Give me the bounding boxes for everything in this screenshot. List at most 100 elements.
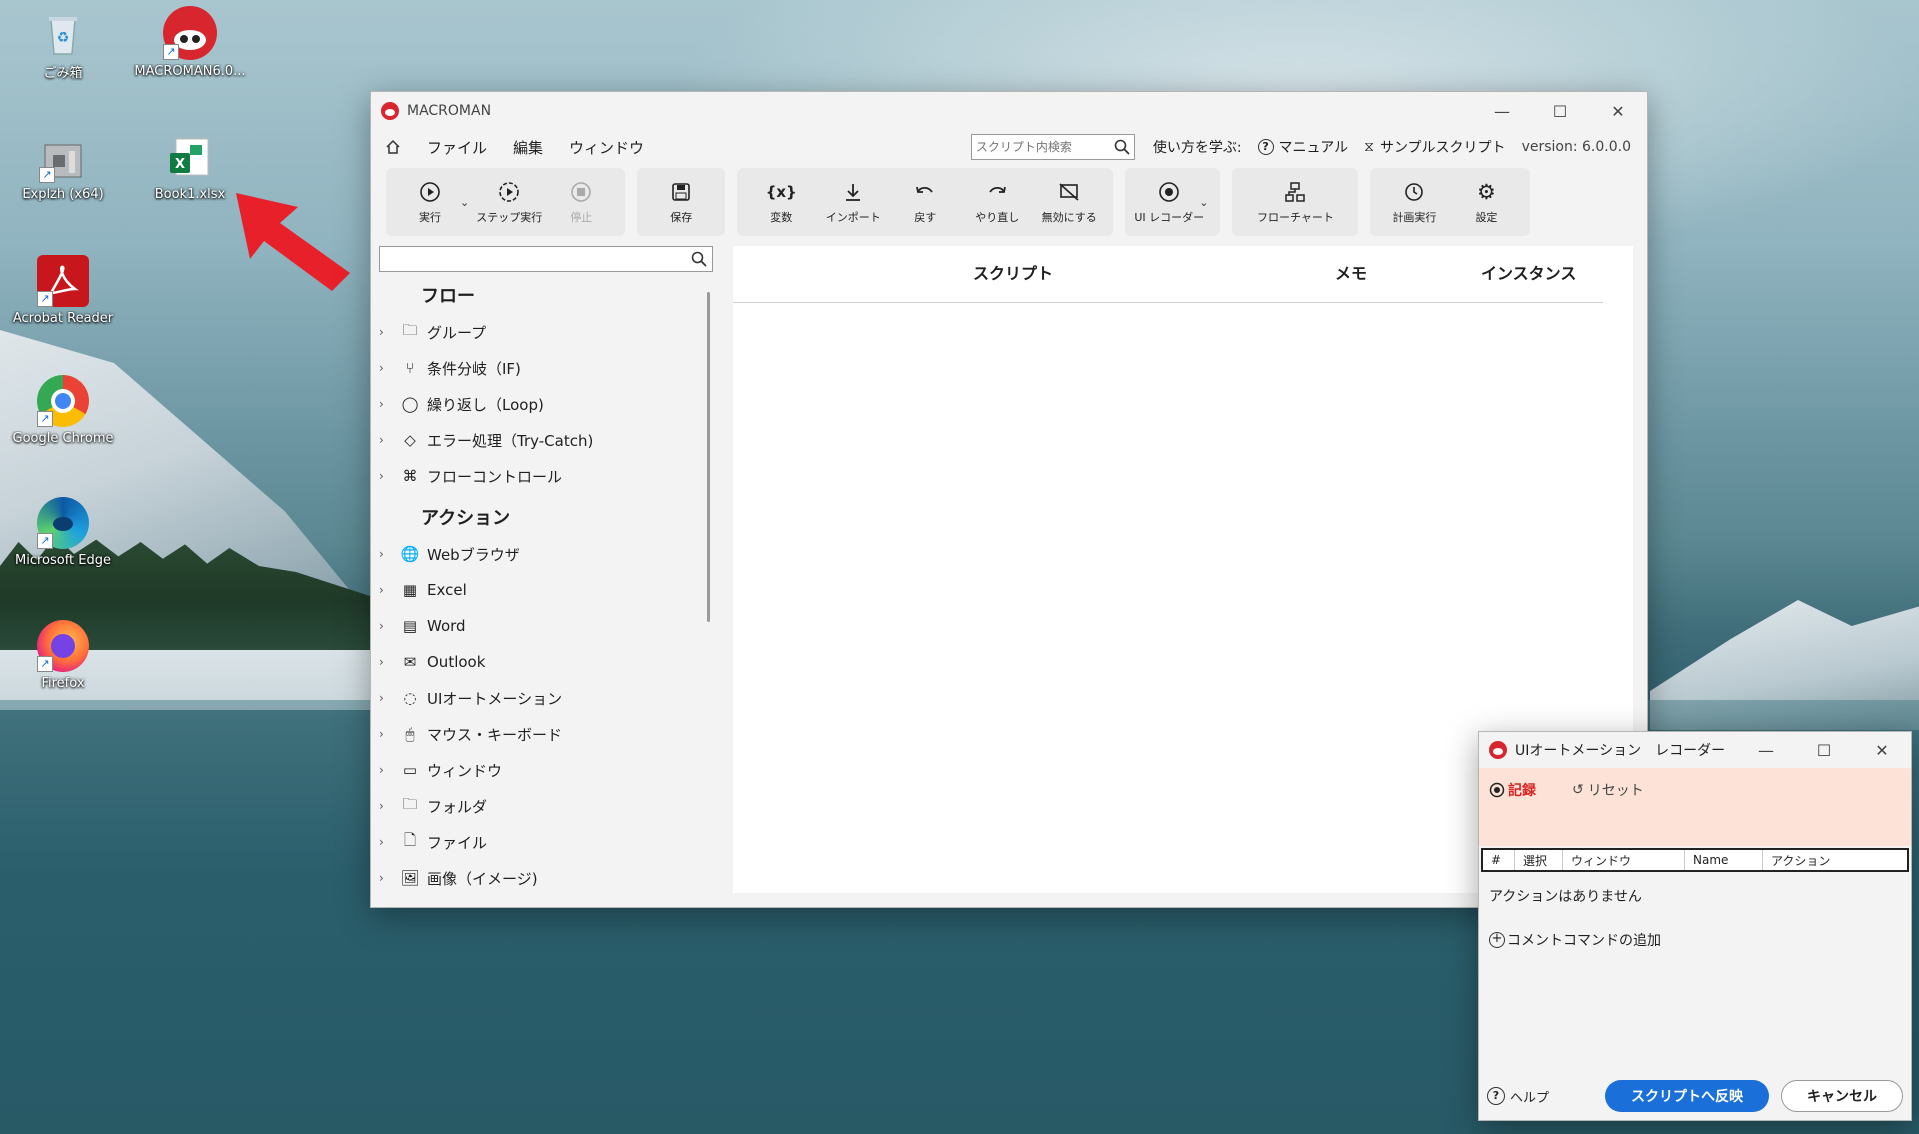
search-icon[interactable] [691, 251, 707, 267]
reset-button[interactable]: ↺ リセット [1572, 780, 1644, 800]
tree-item-ui-automation[interactable]: › ◌ UIオートメーション [379, 680, 713, 716]
svg-text:♻: ♻ [57, 30, 70, 46]
disable-button[interactable]: 無効にする [1033, 179, 1105, 225]
shortcut-arrow-icon: ↗ [163, 44, 179, 60]
sample-scripts-link[interactable]: ⧖ サンプルスクリプト [1364, 137, 1505, 157]
shortcut-arrow-icon: ↗ [37, 291, 53, 307]
tree-item-try-catch[interactable]: › ◇ エラー処理（Try-Catch) [379, 422, 713, 458]
tree-item-excel[interactable]: › ▦ Excel [379, 572, 713, 608]
flowchart-icon [1284, 179, 1306, 205]
edge-icon: ↗ [37, 497, 89, 549]
desktop-icon-recycle-bin[interactable]: ♻ ごみ箱 [3, 10, 123, 81]
menu-edit[interactable]: 編集 [513, 137, 543, 158]
tree-search-input[interactable] [380, 251, 691, 267]
tree-item-folder[interactable]: › 🗀 フォルダ [379, 788, 713, 824]
script-search-input[interactable] [975, 140, 1114, 154]
help-link[interactable]: ? ヘルプ [1487, 1087, 1549, 1106]
schedule-run-button[interactable]: 計画実行 [1378, 179, 1450, 225]
tree-item-outlook[interactable]: › ✉ Outlook [379, 644, 713, 680]
tree-scrollbar[interactable] [707, 292, 710, 622]
folder-group-icon: 🗀 [402, 320, 418, 339]
chrome-icon: ↗ [37, 375, 89, 427]
sample-script-icon: ⧖ [1364, 139, 1374, 155]
recorder-title: UIオートメーション レコーダー [1515, 743, 1726, 759]
script-search-box[interactable] [970, 134, 1135, 160]
column-instance[interactable]: インスタンス [1481, 260, 1576, 284]
record-circle-icon [1489, 782, 1505, 798]
desktop-icon-firefox[interactable]: ↗ Firefox [3, 620, 123, 691]
close-button[interactable]: ✕ [1589, 102, 1647, 121]
desktop-icon-acrobat[interactable]: ↗ Acrobat Reader [3, 255, 123, 326]
settings-button[interactable]: ⚙ 設定 [1450, 179, 1522, 225]
shortcut-arrow-icon: ↗ [39, 167, 55, 183]
redo-button[interactable]: やり直し [961, 179, 1033, 225]
run-button[interactable]: 実行 [394, 179, 466, 225]
ui-recorder-button[interactable]: UI レコーダー [1133, 179, 1205, 225]
word-doc-icon: ▤ [402, 617, 418, 635]
stop-button[interactable]: 停止 [545, 179, 617, 225]
maximize-button[interactable]: ☐ [1531, 102, 1589, 121]
column-action[interactable]: アクション [1763, 850, 1907, 870]
column-script[interactable]: スクリプト [973, 260, 1053, 284]
annotation-arrow-icon [236, 193, 350, 291]
main-body: フロー › 🗀 グループ › ⑂ 条件分岐（IF) › ◯ 繰り返し（Loop) › ◇ エラー… [371, 240, 1647, 907]
apply-to-script-button[interactable]: スクリプトへ反映 [1605, 1080, 1769, 1112]
import-button[interactable]: インポート [817, 179, 889, 225]
menu-file[interactable]: ファイル [427, 137, 487, 158]
chevron-right-icon: › [379, 871, 384, 885]
chevron-right-icon: › [379, 583, 384, 597]
variables-button[interactable]: {x} 変数 [745, 179, 817, 225]
redo-icon [986, 179, 1008, 205]
desktop-icon-chrome[interactable]: ↗ Google Chrome [3, 375, 123, 446]
minimize-button[interactable]: — [1473, 102, 1531, 121]
tree-item-word[interactable]: › ▤ Word [379, 608, 713, 644]
record-button[interactable]: 記録 [1489, 780, 1536, 800]
learn-label: 使い方を学ぶ: [1152, 140, 1242, 156]
step-run-button[interactable]: ステップ実行 [473, 179, 545, 225]
flowchart-button[interactable]: フローチャート [1240, 179, 1350, 225]
mouse-icon: 🖱 [405, 725, 415, 743]
header-divider [733, 302, 1603, 303]
flow-heading: フロー [421, 286, 475, 307]
desktop-icon-edge[interactable]: ↗ Microsoft Edge [3, 497, 123, 568]
tree-item-image[interactable]: › 🖼 画像（イメージ) [379, 860, 713, 896]
tree-item-file[interactable]: › 🗋 ファイル [379, 824, 713, 860]
column-index[interactable]: # [1483, 850, 1515, 870]
tree-item-group[interactable]: › 🗀 グループ [379, 314, 713, 350]
command-icon: ⌘ [402, 467, 418, 485]
shortcut-arrow-icon: ↗ [37, 656, 53, 672]
menu-window[interactable]: ウィンドウ [569, 137, 644, 158]
tree-item-flow-control[interactable]: › ⌘ フローコントロール [379, 458, 713, 494]
toolbar-group-save: 保存 [637, 168, 726, 236]
column-memo[interactable]: メモ [1335, 260, 1367, 284]
cancel-button[interactable]: キャンセル [1781, 1080, 1903, 1112]
run-dropdown-chevron-icon[interactable]: ⌄ [460, 196, 469, 209]
column-select[interactable]: 選択 [1515, 850, 1563, 870]
tree-item-web-browser[interactable]: › 🌐 Webブラウザ [379, 536, 713, 572]
step-play-icon [498, 179, 520, 205]
tree-item-if[interactable]: › ⑂ 条件分岐（IF) [379, 350, 713, 386]
window-title: MACROMAN [407, 103, 492, 119]
recorder-minimize-button[interactable]: — [1737, 741, 1795, 760]
add-comment-button[interactable]: + コメントコマンドの追加 [1479, 920, 1911, 960]
manual-link[interactable]: ? マニュアル [1257, 137, 1348, 157]
undo-button[interactable]: 戻す [889, 179, 961, 225]
chevron-right-icon: › [379, 397, 384, 411]
desktop-icon-explzh[interactable]: ↗ Explzh (x64) [3, 135, 123, 202]
chevron-right-icon: › [379, 763, 384, 777]
search-icon[interactable] [1114, 139, 1130, 155]
home-icon[interactable] [385, 139, 401, 155]
tree-search-box[interactable] [379, 246, 713, 272]
tree-item-window[interactable]: › ▭ ウィンドウ [379, 752, 713, 788]
recorder-dropdown-chevron-icon[interactable]: ⌄ [1199, 196, 1208, 209]
save-button[interactable]: 保存 [645, 179, 717, 225]
recorder-close-button[interactable]: ✕ [1853, 741, 1911, 760]
tree-item-mouse-keyboard[interactable]: › 🖱 マウス・キーボード [379, 716, 713, 752]
column-name[interactable]: Name [1685, 850, 1763, 870]
excel-grid-icon: ▦ [402, 581, 418, 599]
version-label: version: 6.0.0.0 [1521, 139, 1631, 155]
desktop-icon-macroman[interactable]: ↗ MACROMAN6.0... [130, 6, 250, 79]
recorder-maximize-button[interactable]: ☐ [1795, 741, 1853, 760]
column-window[interactable]: ウィンドウ [1563, 850, 1685, 870]
tree-item-loop[interactable]: › ◯ 繰り返し（Loop) [379, 386, 713, 422]
